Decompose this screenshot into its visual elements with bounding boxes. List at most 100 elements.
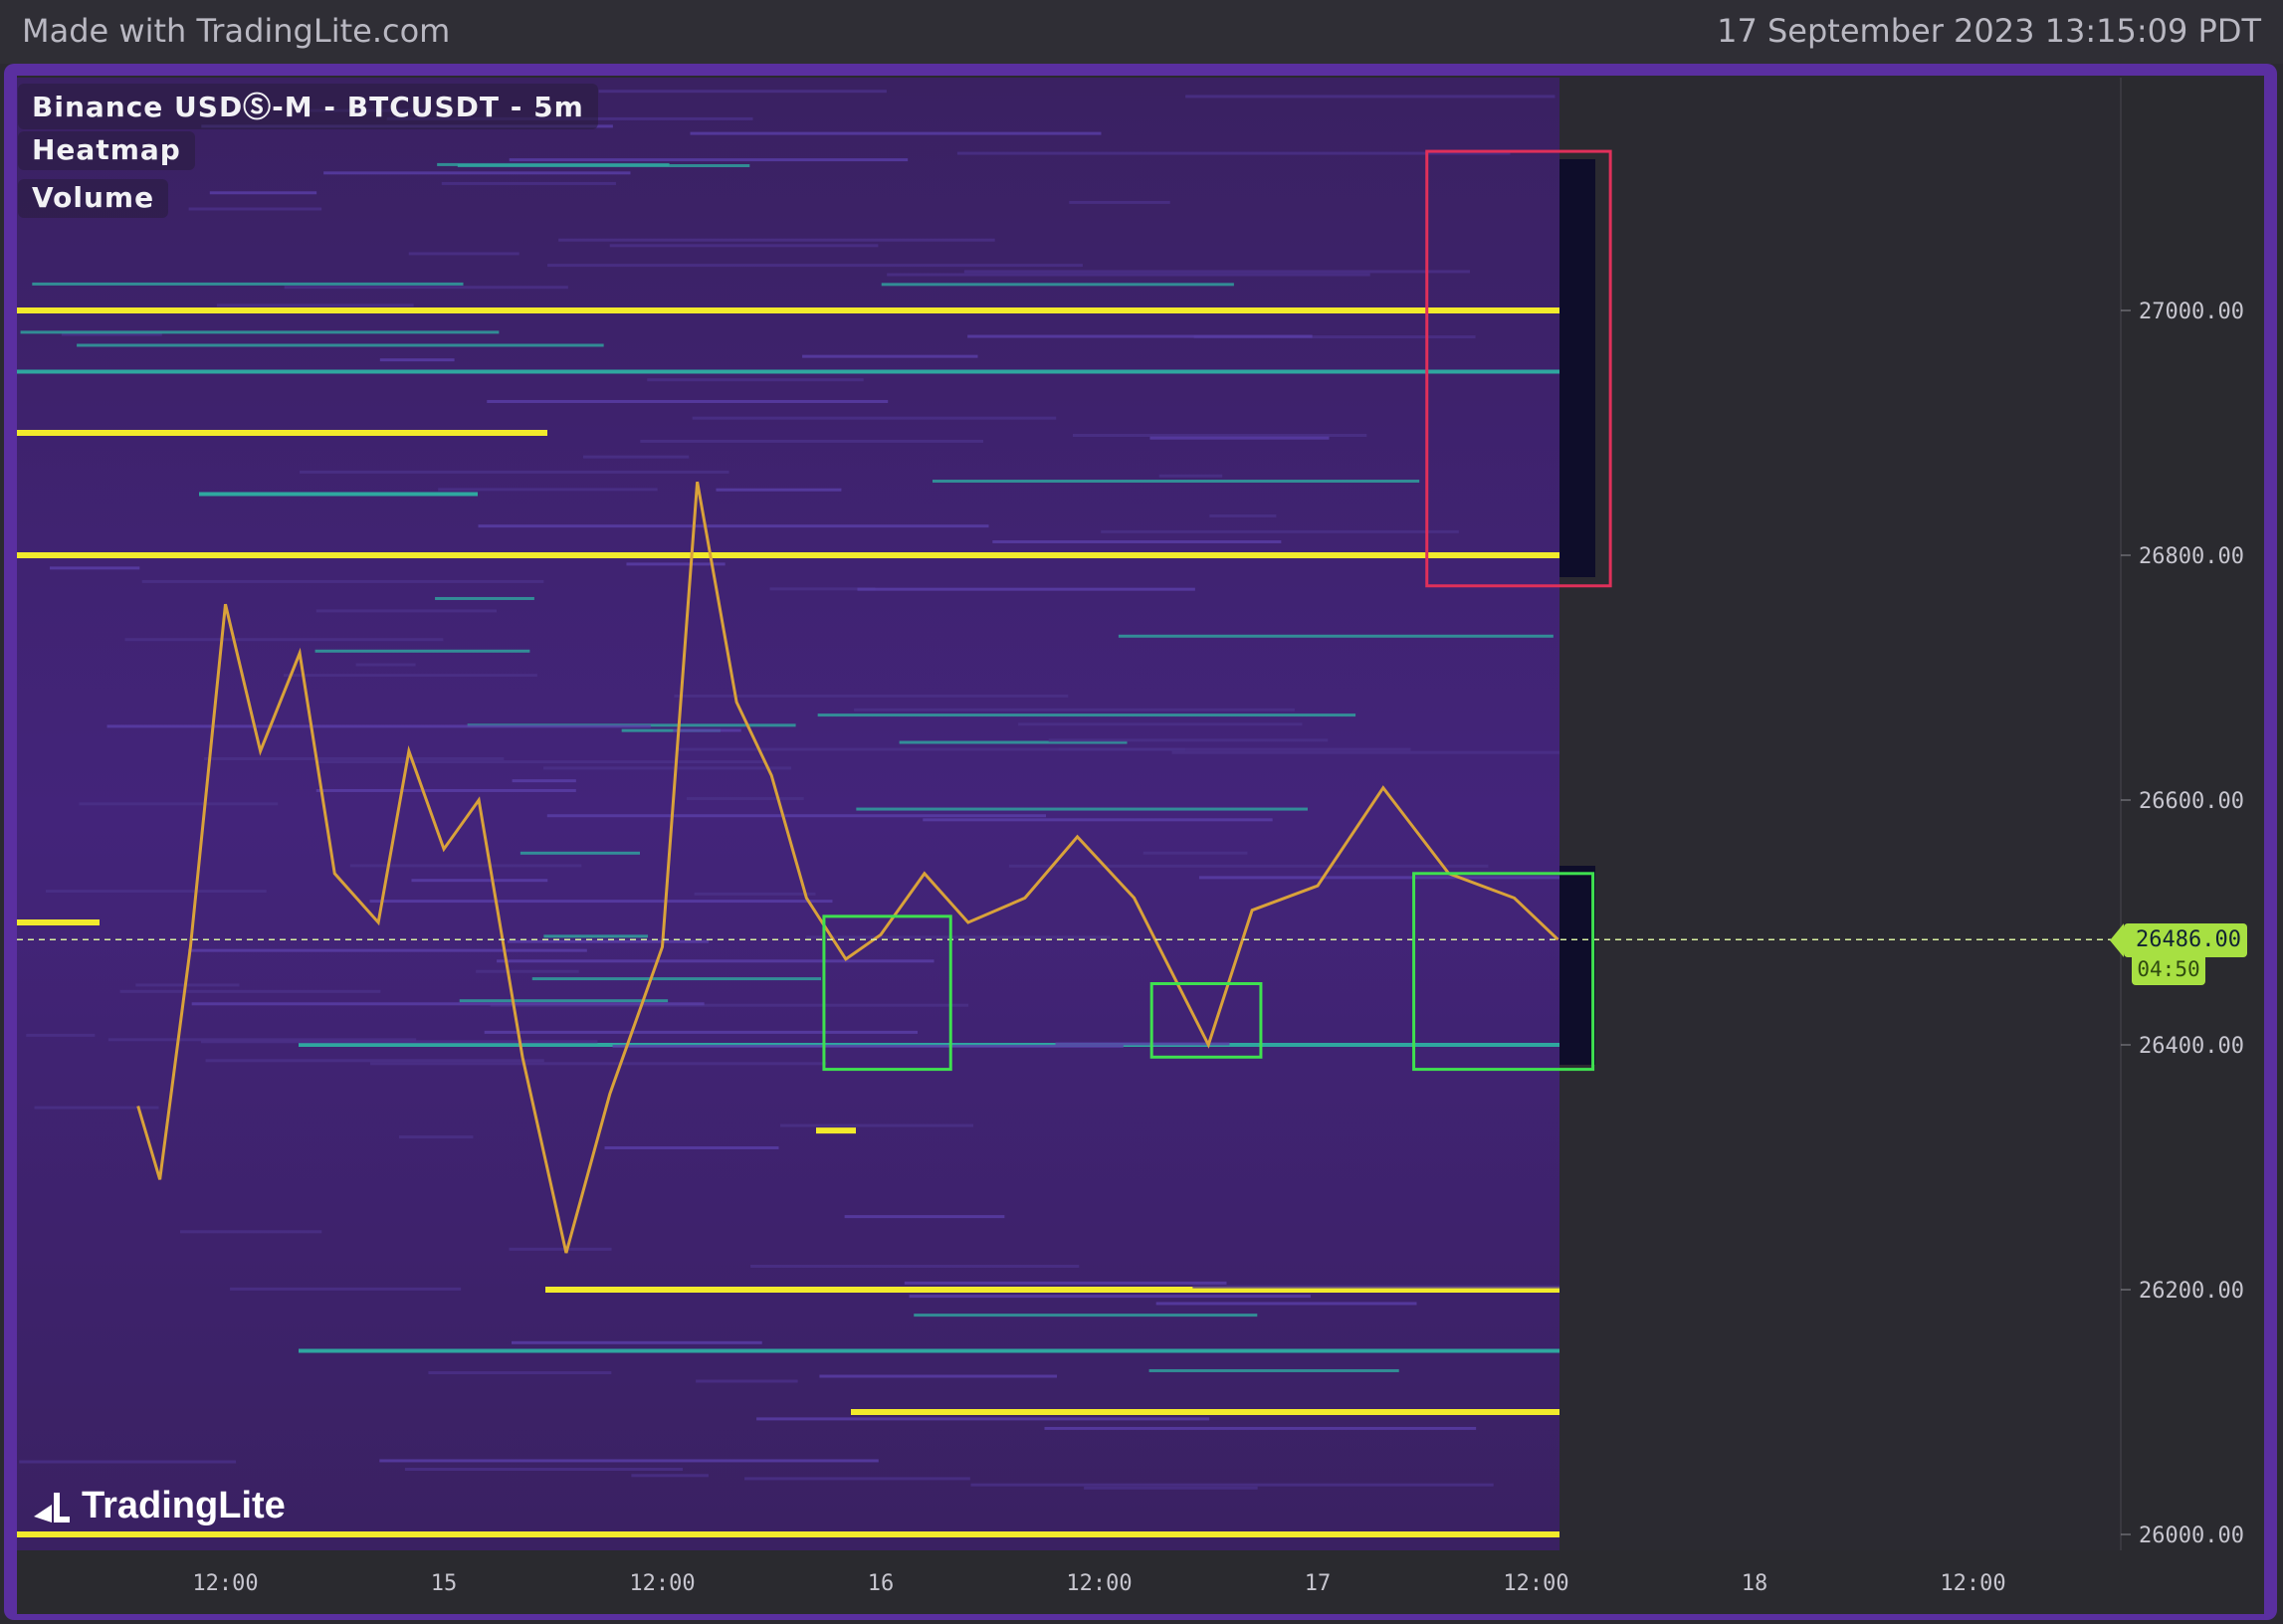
heatmap-band [379, 358, 455, 362]
heatmap-band [323, 171, 631, 175]
heatmap-band [806, 935, 1111, 939]
legend-heatmap[interactable]: Heatmap [18, 131, 195, 170]
heatmap-band [819, 1374, 1058, 1378]
heatmap-band [543, 934, 649, 938]
heatmap-band [476, 969, 579, 973]
heatmap-band [631, 1474, 709, 1478]
heatmap-band [1192, 1285, 1559, 1289]
candle-countdown: 04:50 [2132, 953, 2205, 985]
heatmap-band [547, 264, 1083, 268]
heatmap-band [369, 900, 833, 904]
heatmap-band [441, 181, 616, 185]
x-tick-label: 12:00 [1066, 1571, 1132, 1596]
heatmap-band [141, 579, 544, 583]
legend-volume[interactable]: Volume [18, 179, 169, 218]
heatmap-band [106, 724, 651, 728]
heatmap-band [507, 939, 710, 943]
heatmap-band [32, 282, 464, 286]
heatmap-band [20, 330, 500, 334]
heatmap-band [355, 663, 416, 667]
heatmap-band [428, 1371, 612, 1375]
heatmap-band [1155, 1302, 1417, 1306]
heatmap-band [191, 1002, 705, 1006]
heatmap-band [817, 713, 1356, 717]
heatmap-band [370, 1062, 827, 1066]
future-area [1559, 78, 2121, 1550]
heatmap-chart[interactable]: 27000.00 26800.00 26600.00 26400.00 26200.00… [0, 0, 2283, 1624]
heatmap-band [77, 343, 604, 347]
x-tick-label: 12:00 [629, 1571, 695, 1596]
heatmap-band [612, 1044, 1124, 1048]
heatmap-band [716, 488, 842, 492]
heatmap-band [932, 480, 1420, 484]
y-tick-label: 26400.00 [2139, 1034, 2244, 1059]
heatmap-band [756, 1417, 1210, 1421]
heatmap-band [1118, 634, 1554, 638]
heatmap-band [744, 1477, 970, 1481]
heatmap-band [200, 1040, 598, 1044]
heatmap-band [854, 708, 1295, 711]
heatmap-band [484, 1030, 919, 1034]
heatmap-band [284, 286, 568, 290]
heatmap-band [673, 728, 741, 732]
heatmap-band [604, 1146, 779, 1150]
heatmap-band [904, 1281, 1227, 1285]
heatmap-band [79, 802, 279, 806]
heatmap-area [17, 78, 1559, 1550]
heatmap-band [1142, 851, 1248, 855]
heatmap-band [1209, 513, 1277, 517]
heatmap-band [398, 1135, 474, 1139]
heatmap-band [437, 162, 670, 166]
heatmap-band [694, 892, 816, 896]
heatmap-band [188, 207, 322, 211]
heatmap-band [314, 649, 530, 653]
heatmap-band [404, 1468, 684, 1472]
heatmap-band [408, 252, 519, 256]
heatmap-band [438, 488, 658, 492]
heatmap-band [124, 638, 444, 642]
heatmap-band [349, 864, 582, 868]
heatmap-band [690, 131, 1102, 135]
heatmap-band [1044, 1426, 1477, 1430]
heatmap-band [914, 1314, 1258, 1318]
heatmap-band [203, 756, 505, 760]
current-price-tag: 26486.00 [2110, 923, 2247, 957]
heatmap-band [963, 270, 1470, 274]
heatmap-band [519, 851, 641, 855]
x-tick-label: 12:00 [1503, 1571, 1568, 1596]
heatmap-band [1198, 876, 1559, 880]
heatmap-band [1148, 1368, 1399, 1372]
heatmap-band [315, 788, 576, 792]
heatmap-band [967, 334, 1313, 338]
heatmap-band [802, 354, 978, 358]
y-tick-label: 26200.00 [2139, 1279, 2244, 1304]
y-tick-label: 27000.00 [2139, 300, 2244, 324]
heatmap-band [992, 539, 1282, 543]
heatmap-band [674, 694, 1069, 698]
heatmap-band [179, 1230, 322, 1234]
heatmap-band [209, 191, 317, 195]
heatmap-band [497, 959, 934, 963]
heatmap-band [970, 1483, 1494, 1487]
heatmap-band [1069, 200, 1170, 204]
legend-market[interactable]: Binance USDⓈ-M - BTCUSDT - 5m [18, 84, 598, 129]
heatmap-band [509, 158, 909, 162]
heatmap-band [411, 879, 548, 883]
heatmap-band [45, 890, 267, 894]
heatmap-band [1072, 434, 1367, 438]
heatmap-band [857, 587, 1195, 591]
heatmap-band [1101, 529, 1459, 533]
x-tick-label: 18 [1742, 1571, 1768, 1596]
heatmap-band [546, 814, 1047, 818]
heatmap-band [315, 609, 498, 613]
heatmap-band [856, 807, 1308, 811]
x-axis: 12:00 15 12:00 16 12:00 17 12:00 18 12:00 [192, 1571, 2005, 1596]
heatmap-band [283, 674, 537, 678]
y-tick-label: 26000.00 [2139, 1523, 2244, 1548]
heatmap-band [598, 90, 887, 94]
heatmap-band [19, 1460, 237, 1464]
heatmap-band [119, 989, 381, 993]
heatmap-band [1171, 750, 1559, 754]
tradinglite-logo: TradingLite [30, 1485, 286, 1527]
heatmap-band [205, 1059, 544, 1063]
